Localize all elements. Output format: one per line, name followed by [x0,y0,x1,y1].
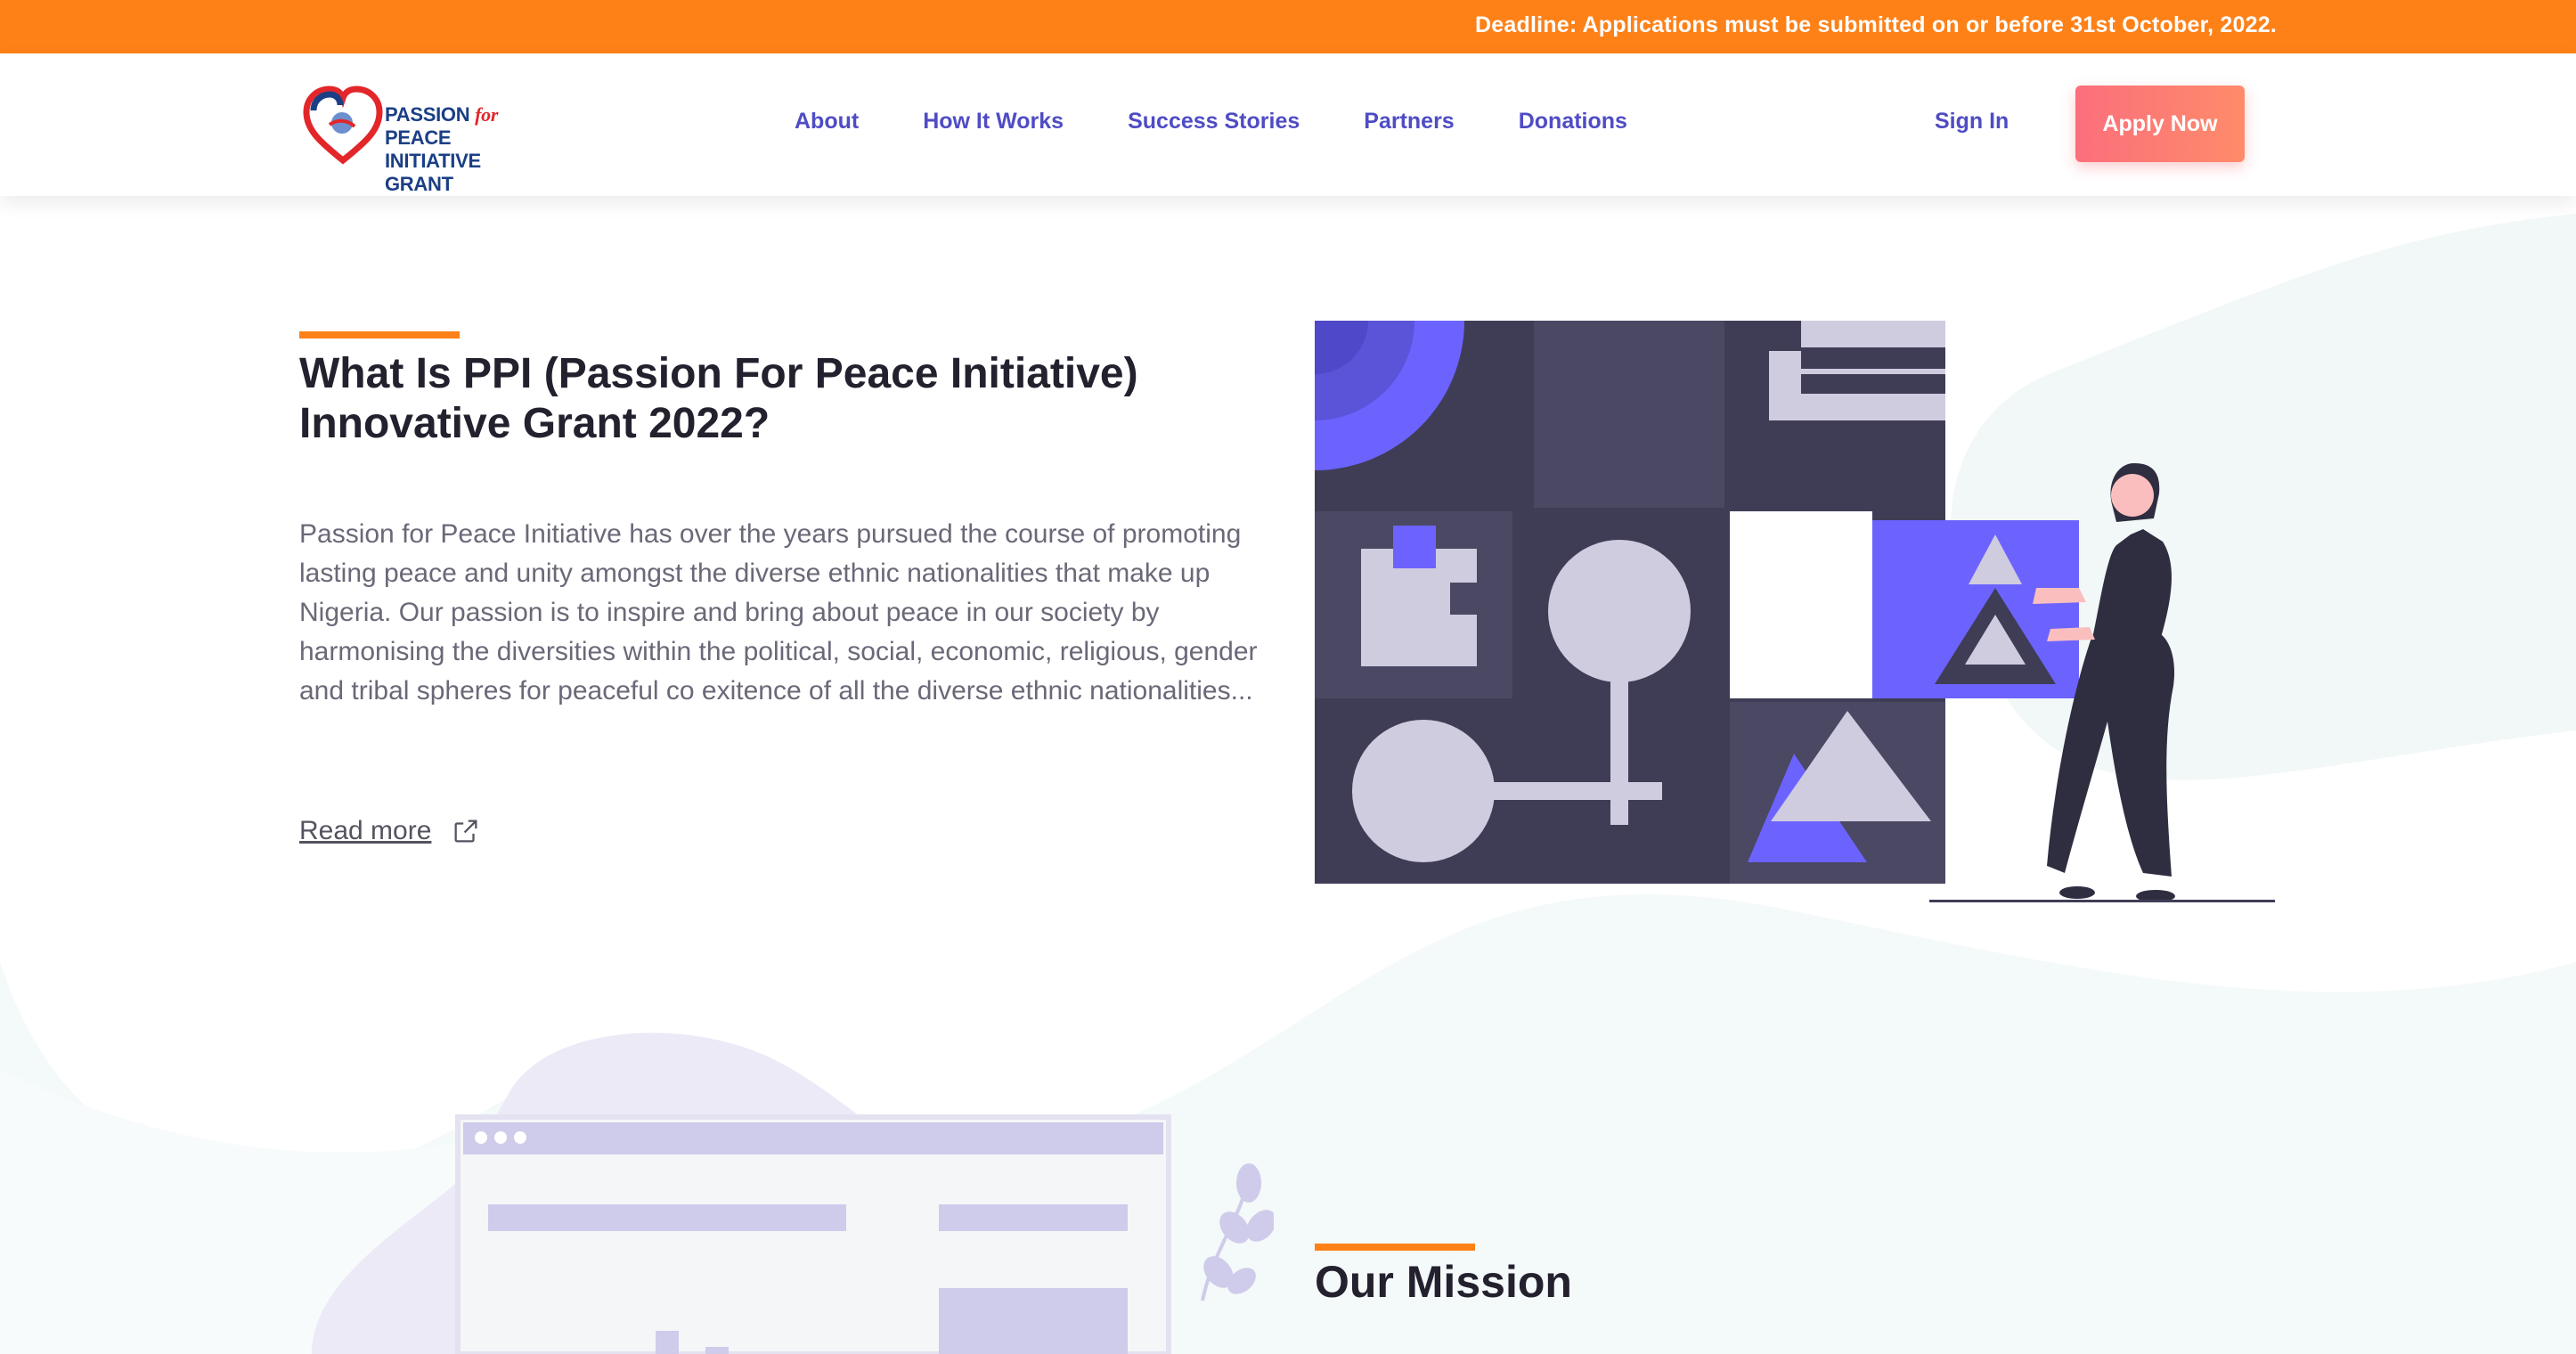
deadline-text: Deadline: Applications must be submitted… [1475,12,2277,37]
apply-now-button[interactable]: Apply Now [2075,86,2245,162]
mission-illustration [312,1032,1274,1354]
read-more-link[interactable]: Read more [299,816,481,846]
deadline-banner: Deadline: Applications must be submitted… [0,0,2576,53]
shapes-illustration [1315,321,2275,902]
section-accent-bar [299,331,460,338]
intro-paragraph: Passion for Peace Initiative has over th… [299,519,1258,706]
read-more-label: Read more [299,816,432,845]
main-nav: About How It Works Success Stories Partn… [795,109,1627,135]
nav-how-it-works[interactable]: How It Works [923,109,1064,135]
external-link-icon [454,820,477,843]
sign-in-link[interactable]: Sign In [1935,109,2009,135]
nav-donations[interactable]: Donations [1519,109,1627,135]
intro-title: What Is PPI (Passion For Peace Initiativ… [299,350,1138,447]
nav-about[interactable]: About [795,109,859,135]
nav-success-stories[interactable]: Success Stories [1128,109,1300,135]
site-header: PASSION for PEACE INITIATIVE GRANT About… [0,53,2576,196]
nav-partners[interactable]: Partners [1364,109,1454,135]
mission-accent-bar [1315,1244,1475,1251]
mission-title: Our Mission [1315,1257,1572,1307]
site-logo[interactable]: PASSION for PEACE INITIATIVE GRANT [303,84,552,195]
heart-logo-icon [303,86,383,165]
logo-text: PASSION for PEACE INITIATIVE GRANT [385,103,499,195]
